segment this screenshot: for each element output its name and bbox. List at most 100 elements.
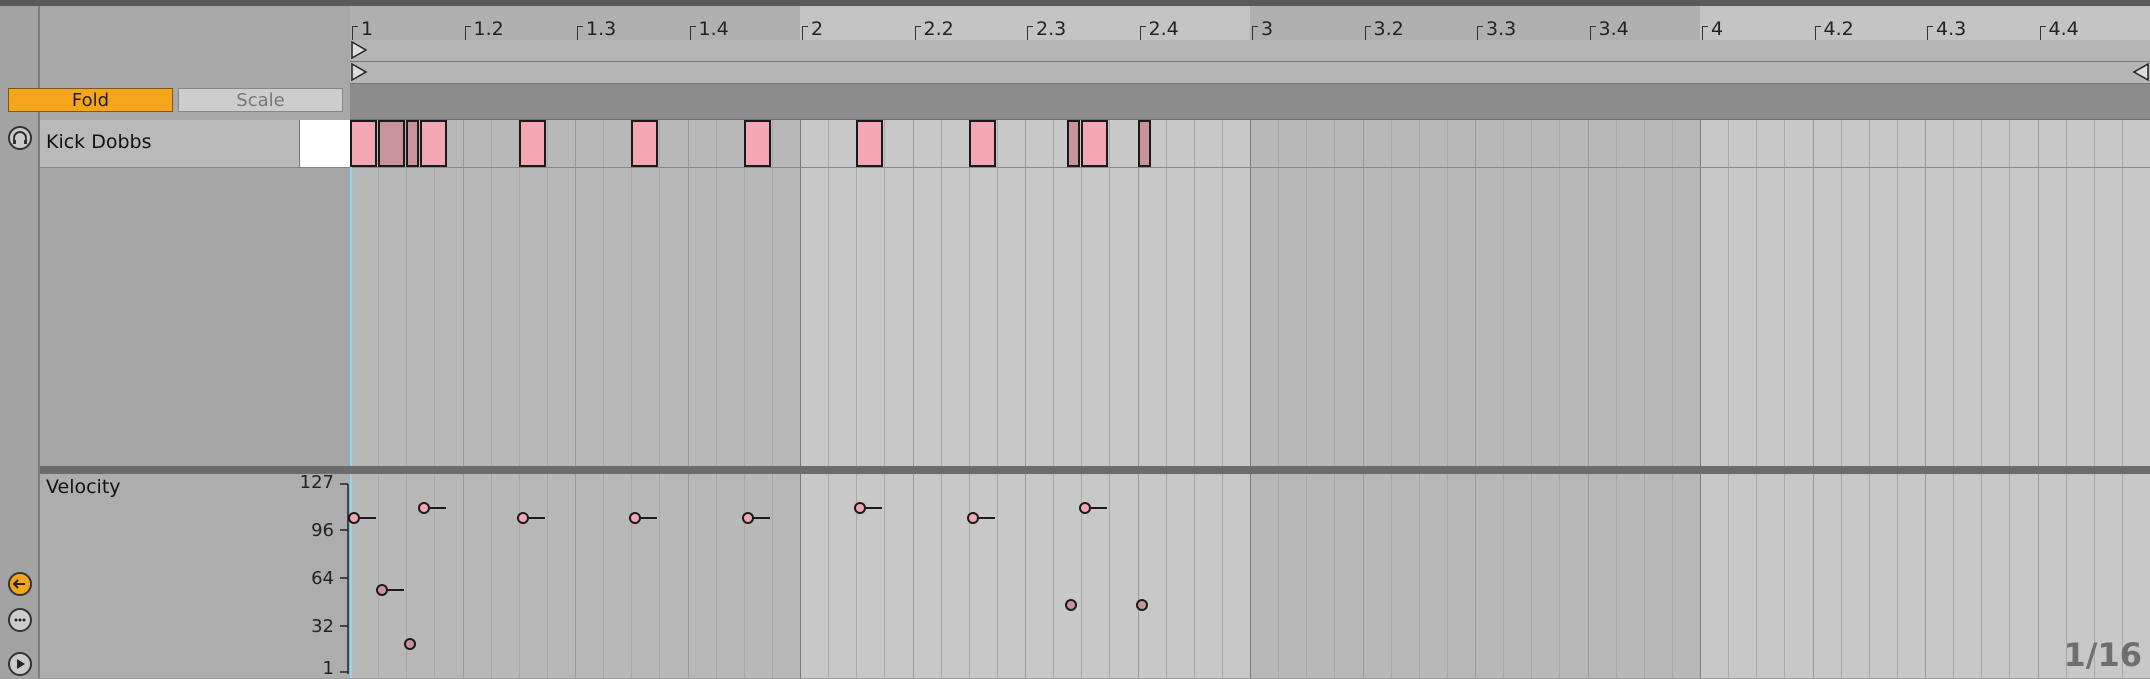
ruler-bar-4[interactable] [1700, 6, 2150, 40]
velocity-lane[interactable]: 1/16 [348, 474, 2150, 678]
grid-line [1334, 120, 1336, 466]
midi-note[interactable] [378, 120, 406, 167]
ruler-label: 1.2 [473, 18, 504, 40]
track-preview-slot[interactable] [299, 120, 351, 167]
ruler-tick-hook [1814, 26, 1821, 27]
velocity-marker[interactable] [1135, 598, 1148, 611]
midi-note[interactable] [1081, 120, 1109, 167]
grid-line [378, 474, 380, 678]
midi-note[interactable] [406, 120, 420, 167]
lane-divider[interactable] [40, 466, 2150, 474]
ruler-bar-2[interactable] [800, 6, 1250, 40]
ruler-bar-1[interactable] [350, 6, 800, 40]
grid-line [1559, 474, 1561, 678]
grid-line [378, 120, 380, 466]
grid-line [912, 120, 914, 466]
ruler-tick-hook [1927, 26, 1933, 27]
grid-line [884, 120, 886, 466]
velocity-marker[interactable] [404, 637, 417, 650]
velocity-scale-96: 96 [311, 520, 334, 541]
midi-note[interactable] [420, 120, 448, 167]
clip-scrub-area[interactable] [350, 84, 2150, 120]
midi-note[interactable] [350, 120, 378, 167]
fold-button[interactable]: Fold [8, 88, 173, 112]
ruler-tick [1139, 26, 1141, 40]
ruler-label: 2.4 [1148, 18, 1179, 40]
ruler-label: 3.4 [1598, 18, 1629, 40]
grid-line [968, 474, 970, 678]
midi-note[interactable] [631, 120, 659, 167]
grid-line [828, 120, 830, 466]
velocity-marker[interactable] [966, 512, 979, 525]
grid-line [1418, 120, 1420, 466]
midi-note[interactable] [1067, 120, 1081, 167]
play-icon[interactable] [8, 652, 32, 676]
grid-line [996, 474, 998, 678]
ruler-tick [1927, 26, 1928, 40]
grid-line [546, 120, 548, 466]
grid-line [1700, 474, 1701, 678]
header-panel: Fold Scale [8, 6, 350, 120]
ruler-label: 1.3 [586, 18, 617, 40]
loop-region-strip[interactable] [350, 62, 2150, 84]
ruler-tick [1027, 26, 1028, 40]
grid-line [715, 474, 717, 678]
beat-ruler[interactable]: 1 1.2 1.3 1.4 2 2.2 2.3 2.4 3 3.2 3.3 3.4 4 4.2 4.3 4.4 [350, 6, 2150, 41]
grid-line [1671, 474, 1673, 678]
loop-start-strip[interactable] [350, 40, 2150, 62]
grid-line [743, 120, 745, 466]
midi-note[interactable] [518, 120, 546, 167]
ruler-label: 2.3 [1036, 18, 1067, 40]
ruler-label: 3 [1261, 18, 1274, 40]
ruler-tick [914, 26, 916, 40]
midi-note[interactable] [856, 120, 884, 167]
grid-line [631, 120, 633, 466]
grid-line [1250, 474, 1251, 678]
ruler-tick [352, 26, 353, 40]
grid-line [1390, 120, 1392, 466]
grid-line [1109, 474, 1111, 678]
note-grid[interactable] [350, 120, 2150, 466]
fold-lane-icon[interactable] [8, 572, 32, 596]
ruler-bar-3[interactable] [1250, 6, 1700, 40]
velocity-length-tail [641, 517, 658, 520]
grid-line [1531, 474, 1533, 678]
scale-button[interactable]: Scale [178, 88, 343, 112]
velocity-length-tail [360, 517, 377, 520]
grid-line [940, 474, 942, 678]
ruler-tick [1589, 26, 1591, 40]
ruler-tick [1814, 26, 1816, 40]
ruler-tick-hook [1702, 26, 1708, 27]
grid-line [575, 120, 576, 466]
grid-line [715, 120, 717, 466]
loop-start-marker-icon[interactable] [350, 40, 370, 60]
velocity-marker[interactable] [741, 512, 754, 525]
ruler-tick [1477, 26, 1478, 40]
midi-note[interactable] [968, 120, 996, 167]
midi-note[interactable] [743, 120, 771, 167]
grid-line [518, 474, 520, 678]
grid-quantization[interactable]: 1/16 [2064, 636, 2142, 674]
grid-line [1840, 474, 1842, 678]
track-row[interactable]: Kick Dobbs [40, 120, 351, 168]
grid-line [1981, 120, 1983, 466]
grid-line [2037, 474, 2039, 678]
grid-line [771, 120, 773, 466]
grid-line [1925, 120, 1926, 466]
velocity-marker[interactable] [376, 583, 389, 596]
grid-line [1559, 120, 1561, 466]
grid-line [1193, 120, 1195, 466]
key-row-line [350, 167, 2150, 168]
midi-note[interactable] [1137, 120, 1151, 167]
headphone-icon[interactable] [8, 126, 32, 150]
ruler-tick [1364, 26, 1366, 40]
velocity-marker[interactable] [1065, 598, 1078, 611]
region-end-marker-icon[interactable] [2130, 62, 2150, 82]
region-start-marker-icon[interactable] [350, 62, 370, 82]
grid-line [1418, 474, 1420, 678]
track-name: Kick Dobbs [46, 131, 152, 153]
more-options-icon[interactable] [8, 608, 32, 632]
velocity-marker[interactable] [516, 512, 529, 525]
grid-line [1278, 474, 1280, 678]
grid-line [996, 120, 998, 466]
